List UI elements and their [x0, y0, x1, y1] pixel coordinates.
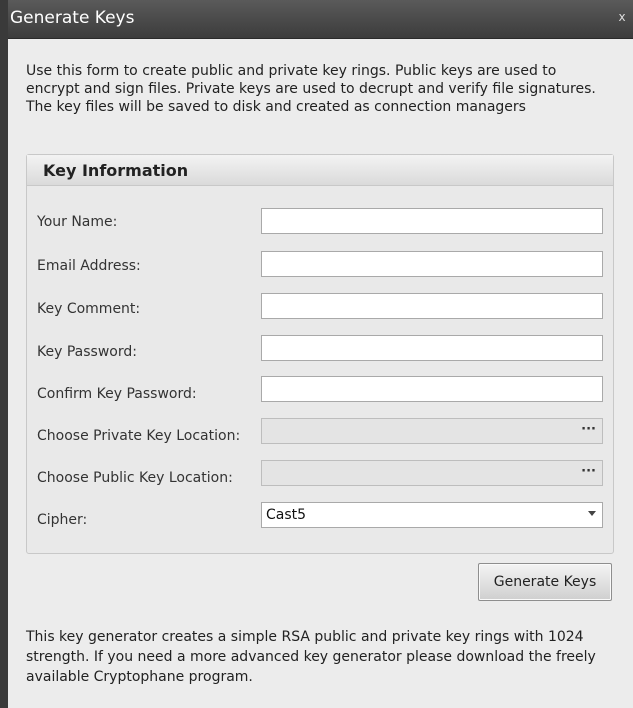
key-password-field[interactable] — [261, 335, 603, 361]
browse-public-key-button[interactable]: ··· — [581, 464, 596, 479]
public-key-location-label: Choose Public Key Location: — [37, 470, 233, 486]
close-icon[interactable]: x — [615, 10, 629, 24]
generate-keys-button[interactable]: Generate Keys — [478, 563, 612, 601]
window-left-border — [0, 0, 8, 708]
private-key-location-label: Choose Private Key Location: — [37, 428, 241, 444]
title-bar: Generate Keys x — [0, 0, 633, 39]
your-name-input[interactable] — [262, 209, 602, 233]
email-address-input[interactable] — [262, 252, 602, 276]
key-information-group: Key Information Your Name: Email Address… — [26, 154, 614, 554]
confirm-key-password-input[interactable] — [262, 377, 602, 401]
cipher-selected-value: Cast5 — [266, 507, 307, 523]
key-comment-input[interactable] — [262, 294, 602, 318]
key-password-input[interactable] — [262, 336, 602, 360]
window-title: Generate Keys — [10, 8, 135, 28]
generate-keys-dialog: Generate Keys x Use this form to create … — [0, 0, 633, 708]
confirm-key-password-field[interactable] — [261, 376, 603, 402]
cipher-label: Cipher: — [37, 512, 88, 528]
browse-private-key-button[interactable]: ··· — [581, 422, 596, 437]
key-comment-field[interactable] — [261, 293, 603, 319]
confirm-key-password-label: Confirm Key Password: — [37, 386, 197, 402]
chevron-down-icon[interactable] — [588, 511, 596, 516]
your-name-field[interactable] — [261, 208, 603, 234]
email-address-label: Email Address: — [37, 258, 141, 274]
your-name-label: Your Name: — [37, 214, 118, 230]
private-key-location-field: ··· — [261, 418, 603, 444]
public-key-location-field: ··· — [261, 460, 603, 486]
key-comment-label: Key Comment: — [37, 301, 141, 317]
footer-text: This key generator creates a simple RSA … — [26, 629, 596, 685]
group-title: Key Information — [43, 161, 189, 180]
group-header: Key Information — [27, 155, 613, 186]
key-password-label: Key Password: — [37, 344, 137, 360]
email-address-field[interactable] — [261, 251, 603, 277]
intro-text: Use this form to create public and priva… — [26, 63, 596, 115]
cipher-select[interactable]: Cast5 — [261, 502, 603, 528]
